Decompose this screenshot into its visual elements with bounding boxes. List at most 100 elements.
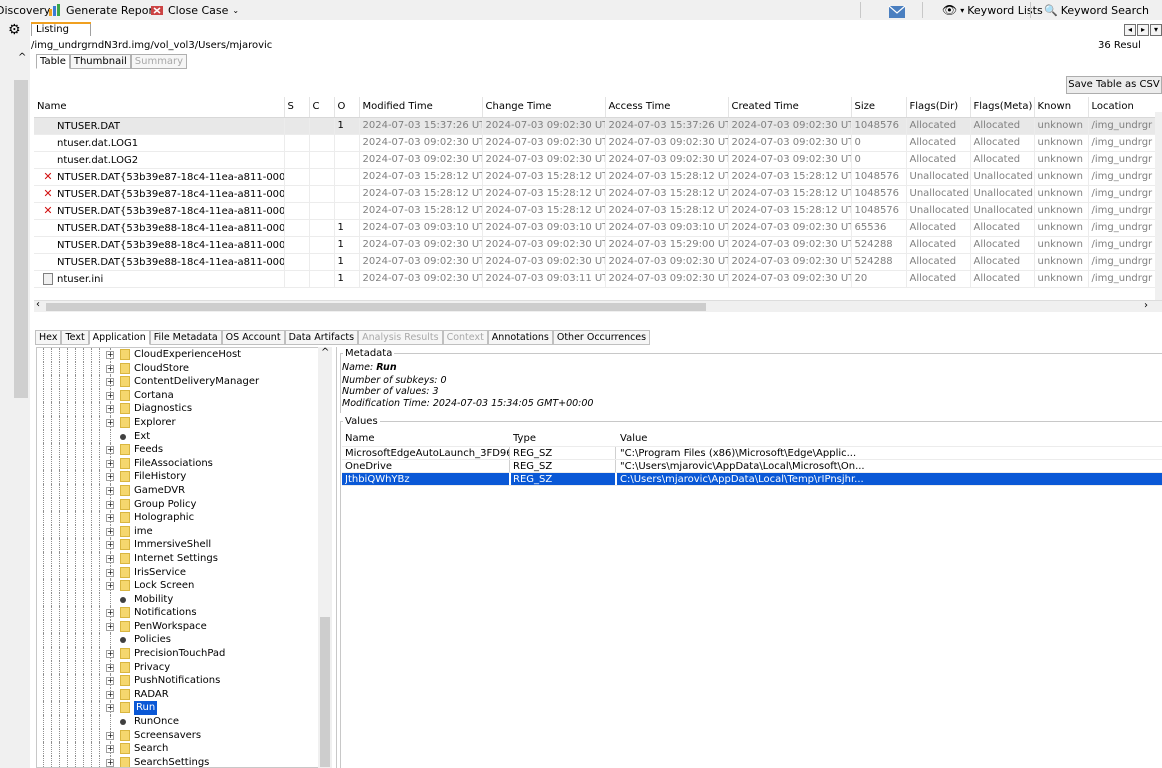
close-case-button[interactable]: Close Case ⌄ [146,0,243,20]
scrollbar-thumb[interactable] [46,303,706,311]
tab-application[interactable]: Application [88,330,150,345]
tab-text[interactable]: Text [61,330,89,345]
nav-back-icon[interactable]: ◂ [1124,24,1136,36]
expand-icon[interactable]: + [106,500,114,509]
expand-icon[interactable]: + [106,745,114,754]
column-header[interactable]: C [309,97,335,118]
table-horizontal-scrollbar[interactable]: ‹ › [34,299,1162,312]
file-name-cell[interactable]: NTUSER.DAT{53b39e88-18c4-11ea-a811-000d3… [34,253,285,271]
tree-item[interactable]: Ext [37,429,331,444]
table-row[interactable]: ntuser.dat.LOG2 2024-07-03 09:02:30 UTC 20… [34,151,1162,169]
expand-icon[interactable]: + [106,704,114,713]
tree-item[interactable]: + Internet Settings [37,551,331,566]
expand-icon[interactable]: + [106,391,114,400]
expand-icon[interactable]: + [106,418,114,427]
expand-icon[interactable]: + [106,514,114,523]
nav-forward-icon[interactable]: ▸ [1137,24,1149,36]
tree-item[interactable]: + Feeds [37,443,331,457]
tree-item[interactable]: + Group Policy [37,497,331,512]
tab-hex[interactable]: Hex [35,330,62,345]
tree-item[interactable]: + FileHistory [37,470,331,484]
tree-item[interactable]: + Run [37,701,331,716]
expand-icon[interactable]: + [106,663,114,672]
values-column-header[interactable]: Name [345,431,509,447]
expand-icon[interactable]: + [106,405,114,414]
tree-scrollbar-thumb[interactable] [320,617,330,767]
value-row[interactable]: MicrosoftEdgeAutoLaunch_3FD9626... REG_SZ… [342,447,1162,460]
save-table-csv-button[interactable]: Save Table as CSV [1066,76,1162,94]
table-row[interactable]: ✕ NTUSER.DAT{53b39e87-18c4-11ea-a811-000d… [34,185,1162,203]
expand-icon[interactable]: + [106,568,114,577]
column-header[interactable]: Flags(Dir) [906,97,971,118]
column-header[interactable]: Access Time [605,97,729,118]
table-vertical-scrollbar[interactable] [1155,112,1162,300]
generate-report-button[interactable]: Generate Report [44,0,161,20]
expand-icon[interactable]: + [106,527,114,536]
column-header[interactable]: Flags(Meta) [970,97,1035,118]
tree-item[interactable]: + PenWorkspace [37,619,331,634]
column-header[interactable]: Name [34,97,285,118]
tab-listing[interactable]: Listing [31,22,91,36]
column-header[interactable]: Size [851,97,907,118]
tab-os-account[interactable]: OS Account [221,330,285,345]
file-name-cell[interactable]: ntuser.dat.LOG2 [34,151,285,169]
tree-item[interactable]: + Privacy [37,660,331,675]
tree-item[interactable]: + ImmersiveShell [37,538,331,552]
tree-item[interactable]: + SearchSettings [37,755,331,767]
keyword-search-button[interactable]: 🔍 Keyword Search [1040,0,1153,20]
mail-icon[interactable] [884,2,910,22]
table-row[interactable]: ✕ NTUSER.DAT{53b39e87-18c4-11ea-a811-000d… [34,168,1162,186]
tab-data-artifacts[interactable]: Data Artifacts [284,330,359,345]
expand-icon[interactable]: + [106,364,114,373]
table-row[interactable]: ntuser.ini 1 2024-07-03 09:02:30 UTC 2024-0… [34,270,1162,288]
tab-other-occurrences[interactable]: Other Occurrences [552,330,651,345]
tree-item[interactable]: + Screensavers [37,728,331,743]
tree-item[interactable]: + PrecisionTouchPad [37,647,331,661]
tree-item[interactable]: + Diagnostics [37,402,331,416]
file-name-cell[interactable]: NTUSER.DAT{53b39e88-18c4-11ea-a811-000d3… [34,219,285,237]
tree-item[interactable]: + Notifications [37,606,331,620]
tree-item[interactable]: + ime [37,524,331,539]
column-header[interactable]: Created Time [728,97,852,118]
tree-item[interactable]: + Cortana [37,388,331,403]
file-name-cell[interactable]: ✕ NTUSER.DAT{53b39e87-18c4-11ea-a811-000d… [34,185,285,203]
column-header[interactable]: Modified Time [359,97,483,118]
column-header[interactable]: S [284,97,310,118]
tab-thumbnail[interactable]: Thumbnail [69,54,131,69]
tree-item[interactable]: Policies [37,633,331,648]
expand-icon[interactable]: + [106,650,114,659]
collapse-up-icon[interactable]: ^ [18,52,26,63]
expand-icon[interactable]: + [106,446,114,455]
scroll-left-icon[interactable]: ‹ [36,299,40,310]
table-row[interactable]: NTUSER.DAT{53b39e88-18c4-11ea-a811-000d3… [34,219,1162,237]
file-name-cell[interactable]: ntuser.ini [34,270,285,288]
table-row[interactable]: NTUSER.DAT{53b39e88-18c4-11ea-a811-000d3… [34,236,1162,254]
column-header[interactable]: Change Time [482,97,606,118]
column-header[interactable]: Known [1034,97,1089,118]
tree-item[interactable]: + FileAssociations [37,456,331,471]
tree-item[interactable]: RunOnce [37,715,331,729]
tree-item[interactable]: + IrisService [37,565,331,580]
table-row[interactable]: ✕ NTUSER.DAT{53b39e87-18c4-11ea-a811-000d… [34,202,1162,220]
value-row[interactable]: OneDrive REG_SZ "C:\Users\mjarovic\AppData… [342,460,1162,473]
scroll-right-icon[interactable]: › [1144,300,1148,311]
tab-table[interactable]: Table [36,54,70,69]
gear-icon[interactable]: ⚙ [8,22,21,38]
tree-item[interactable]: Mobility [37,592,331,607]
table-row[interactable]: ntuser.dat.LOG1 2024-07-03 09:02:30 UTC 20… [34,134,1162,152]
column-header[interactable]: O [334,97,360,118]
tree-item[interactable]: + CloudExperienceHost [37,348,331,362]
tree-item[interactable]: + GameDVR [37,483,331,498]
expand-icon[interactable]: + [106,541,114,550]
tree-item[interactable]: + PushNotifications [37,674,331,688]
expand-icon[interactable]: + [106,582,114,591]
tree-scrollbar[interactable]: ^ [318,347,332,768]
expand-icon[interactable]: + [106,758,114,767]
left-scrollbar[interactable] [14,80,28,398]
tab-annotations[interactable]: Annotations [487,330,553,345]
chevron-down-icon[interactable]: ⌄ [232,6,239,15]
values-column-header[interactable]: Type [513,431,613,447]
file-name-cell[interactable]: NTUSER.DAT [34,117,285,135]
expand-icon[interactable]: + [106,677,114,686]
table-row[interactable]: NTUSER.DAT 1 2024-07-03 15:37:26 UTC 2024-0… [34,117,1162,135]
